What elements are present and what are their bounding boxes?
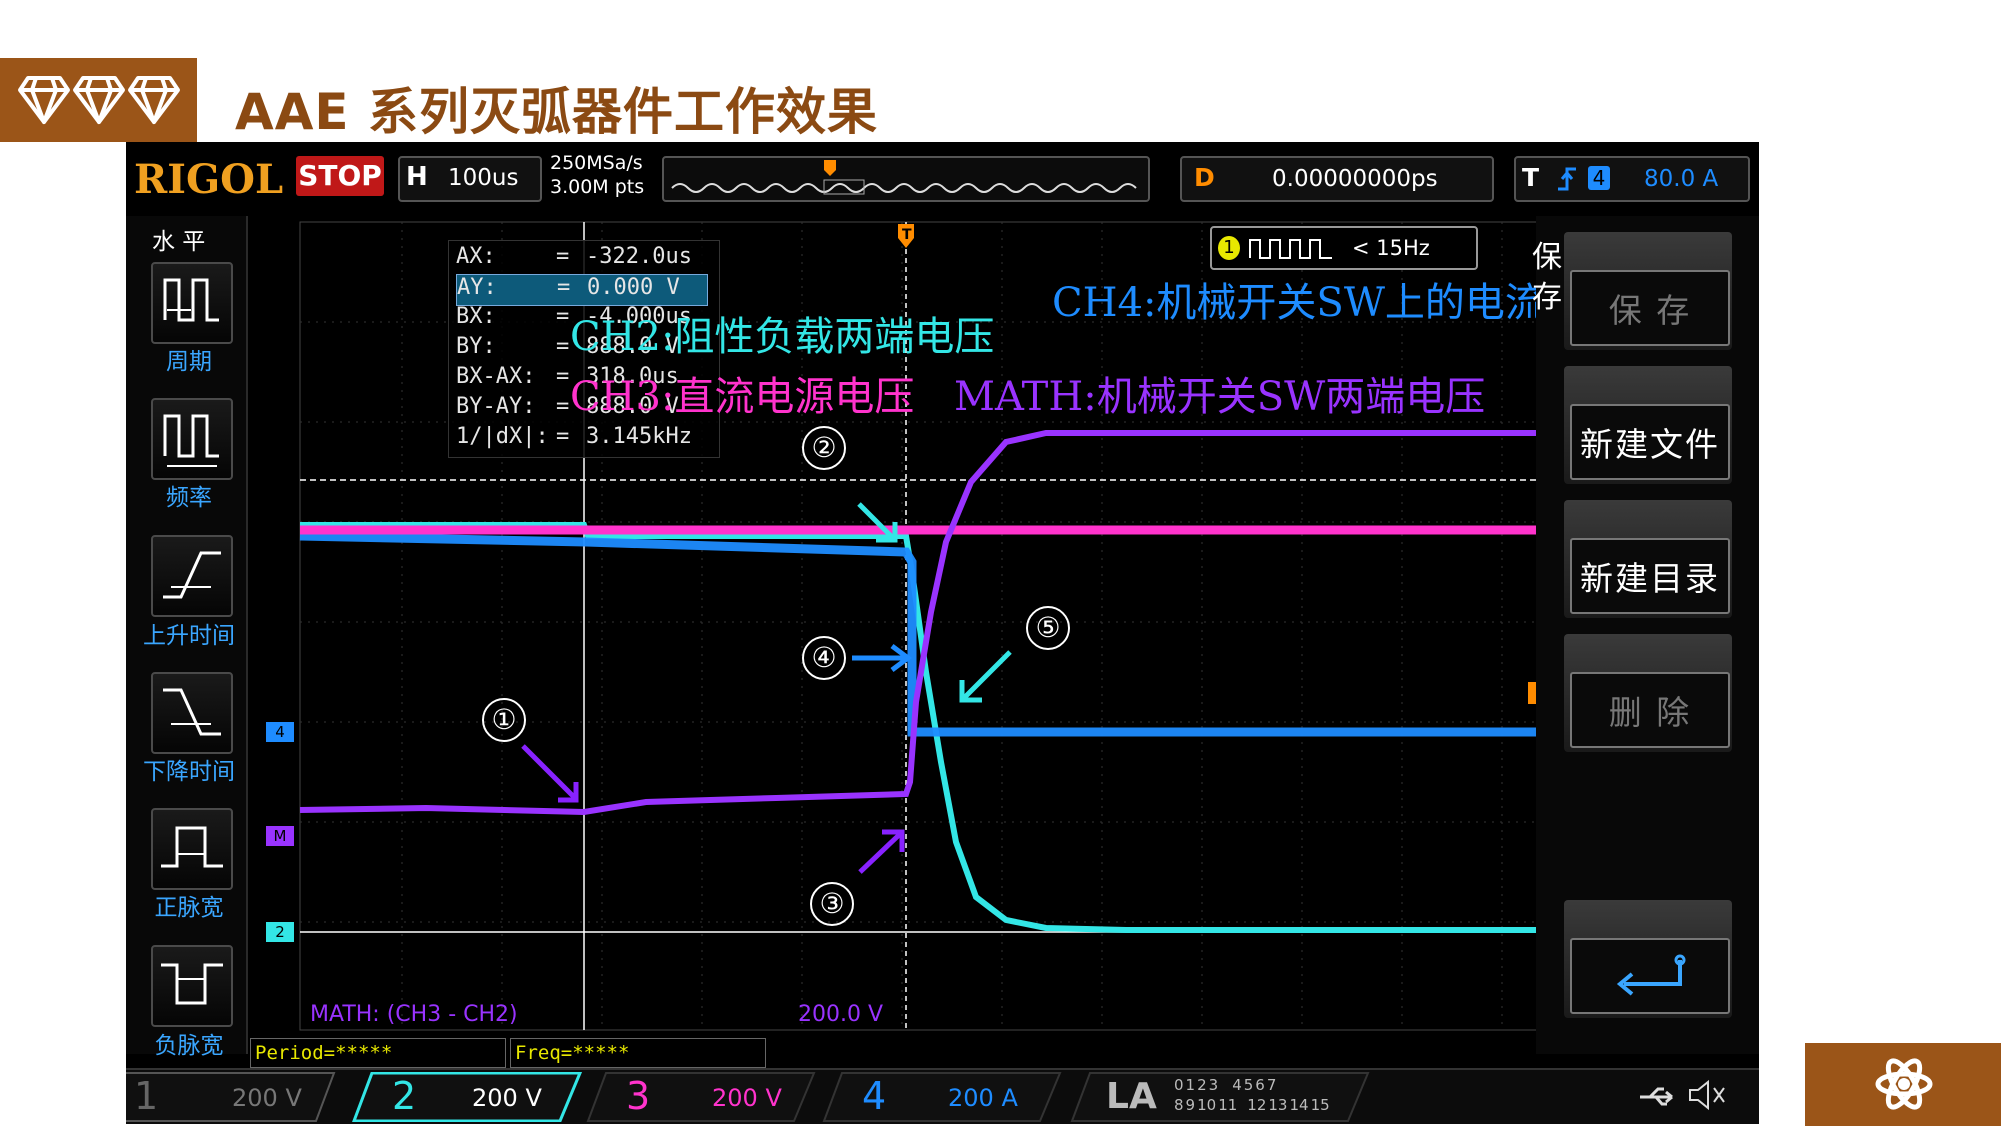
ch2-number: 2 <box>392 1074 417 1118</box>
new-folder-button[interactable]: 新建目录 <box>1564 500 1732 618</box>
marker-3: ③ <box>810 882 854 926</box>
cursor-row-ax: AX: = -322.0us <box>456 244 692 269</box>
new-file-button[interactable]: 新建文件 <box>1564 366 1732 484</box>
freq-measurement: Freq=***** <box>510 1038 766 1068</box>
annotation-math: MATH:机械开关SW两端电压 <box>954 374 1486 420</box>
annotation-ch3: CH3:直流电源电压 <box>570 374 915 420</box>
marker-1: ① <box>482 698 526 742</box>
la-digits-row-1: 0123 4567 <box>1174 1076 1277 1094</box>
new-folder-button-label: 新建目录 <box>1570 538 1730 614</box>
slide-title: AAE 系列灭弧器件工作效果 <box>235 83 878 141</box>
atom-icon <box>1875 1058 1933 1110</box>
new-file-button-label: 新建文件 <box>1570 404 1730 480</box>
marker-2: ② <box>802 426 846 470</box>
cursor-row-inverse-dx: 1/|dX|: = 3.145kHz <box>456 424 692 449</box>
back-button[interactable] <box>1564 900 1732 1018</box>
ch3-scale: 200 V <box>712 1084 782 1112</box>
la-digits-row-2: 8 9 10 11 12 13 14 15 <box>1174 1096 1330 1114</box>
return-icon <box>1616 954 1686 996</box>
pulse-wave-icon <box>1249 239 1332 259</box>
right-menu-title: 保存 <box>1532 240 1562 315</box>
period-measurement: Period=***** <box>250 1038 506 1068</box>
math-scale: 200.0 V <box>798 1002 884 1027</box>
usb-icon <box>1640 1087 1673 1106</box>
cursor-row-ay[interactable]: AY: = 0.000 V <box>456 274 708 306</box>
ch4-number: 4 <box>862 1074 887 1118</box>
save-button-label: 保 存 <box>1570 270 1730 346</box>
delete-button[interactable]: 删 除 <box>1564 634 1732 752</box>
ch3-number: 3 <box>626 1074 651 1118</box>
ch3-box[interactable]: 3 200 V <box>586 1072 816 1124</box>
marker-4: ④ <box>802 636 846 680</box>
math-offset-marker[interactable]: M <box>266 826 294 846</box>
annotation-ch4: CH4:机械开关SW上的电流 <box>1052 280 1545 326</box>
ch1-scale: 200 V <box>232 1084 302 1112</box>
ch1-number: 1 <box>134 1074 159 1118</box>
ch4-offset-marker[interactable]: 4 <box>266 722 294 742</box>
counter-channel: 1 <box>1218 236 1240 260</box>
header-badge <box>0 58 197 142</box>
ch2-box-frame <box>352 1072 582 1122</box>
counter-value: < 15Hz <box>1352 236 1430 260</box>
back-button-frame <box>1570 938 1730 1014</box>
ch4-scale: 200 A <box>948 1084 1018 1112</box>
save-button[interactable]: 保 存 <box>1564 232 1732 350</box>
la-box[interactable]: LA 0123 4567 8 9 10 11 12 13 14 15 <box>1070 1072 1370 1124</box>
oscilloscope-screen: RIGOL STOP H 100us 250MSa/s 3.00M pts D … <box>126 142 1759 1124</box>
ch2-box[interactable]: 2 200 V <box>352 1072 582 1124</box>
diamond-icons <box>18 76 180 124</box>
footer-badge <box>1805 1043 2001 1126</box>
mute-icon[interactable] <box>1686 1078 1730 1112</box>
ch2-scale: 200 V <box>472 1084 542 1112</box>
ch1-box[interactable]: 1 200 V <box>126 1072 336 1124</box>
ch4-box-frame <box>822 1072 1062 1122</box>
delete-button-label: 删 除 <box>1570 672 1730 748</box>
frequency-counter: 1 < 15Hz <box>1210 226 1478 270</box>
ch2-offset-marker[interactable]: 2 <box>266 922 294 942</box>
marker-5: ⑤ <box>1026 606 1070 650</box>
ch4-box[interactable]: 4 200 A <box>822 1072 1062 1124</box>
math-label: MATH: (CH3 - CH2) <box>310 1002 518 1027</box>
la-label: LA <box>1106 1076 1157 1117</box>
annotation-ch2: CH2:阻性负载两端电压 <box>570 314 995 360</box>
trigger-position-marker: T <box>902 227 912 243</box>
